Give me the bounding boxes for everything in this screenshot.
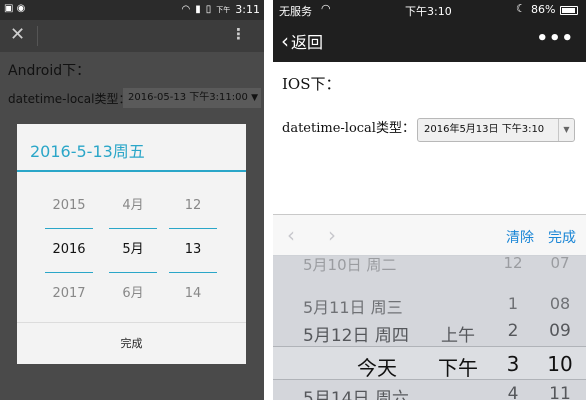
android-done-button[interactable]: 完成 (17, 322, 246, 364)
ios-battery-percent: 86% (531, 3, 556, 16)
picker-hour: 4 (507, 384, 519, 400)
picker-hour: 1 (507, 294, 519, 313)
dropdown-arrow-icon: ▼ (251, 93, 258, 103)
year-selected[interactable]: 2016 (39, 228, 99, 272)
ios-datetime-value: 2016年5月13日 下午3:10 (424, 124, 545, 135)
picker-hour: 12 (503, 256, 523, 272)
day-selected[interactable]: 13 (163, 228, 223, 272)
android-screen: ▣ ◉ ◠ ▮ ▯ 下午 3:11 ✕ ⋮ Android下： datetime… (0, 0, 264, 400)
picker-hour: 2 (507, 321, 519, 341)
android-status-right: ◠ ▮ ▯ 下午 3:11 (182, 3, 260, 16)
moon-icon: ☾ (516, 2, 526, 15)
ios-status-bar: 无服务 ◠ 下午3:10 ☾ 86% (273, 0, 586, 20)
month-option[interactable]: 6月 (103, 272, 163, 316)
android-datetime-value: 2016-05-13 下午3:11:00 (128, 92, 248, 103)
day-option[interactable]: 14 (163, 272, 223, 316)
picker-title-rule (17, 170, 246, 172)
month-option[interactable]: 4月 (103, 184, 163, 228)
picker-row[interactable]: 5月12日 周四 上午 2 09 (273, 321, 586, 351)
wifi-icon: ◠ (181, 4, 191, 15)
clear-button[interactable]: 清除 (506, 227, 534, 247)
day-option[interactable]: 12 (163, 184, 223, 228)
android-field-label: datetime-local类型： (8, 92, 131, 106)
ios-datetime-select[interactable]: 2016年5月13日 下午3:10 ▼ (417, 118, 575, 142)
ios-field-label: datetime-local类型： (282, 121, 415, 136)
chevron-right-icon[interactable]: › (328, 223, 336, 247)
dropdown-arrow-icon: ▼ (558, 119, 574, 141)
picker-row[interactable]: 5月10日 周二 12 07 (273, 256, 586, 284)
picker-minute: 09 (549, 321, 571, 341)
picker-row[interactable]: 5月14日 周六 4 11 (273, 384, 586, 400)
signal-icon: ▮ (195, 4, 201, 15)
selection-line (169, 272, 217, 273)
ios-datetime-wheel[interactable]: 5月10日 周二 12 07 5月11日 周三 1 08 5月12日 周四 上午… (273, 256, 586, 400)
picker-ampm: 下午 (438, 356, 478, 380)
month-wheel[interactable]: 4月 5月 6月 (103, 184, 163, 316)
close-icon[interactable]: ✕ (10, 24, 25, 45)
android-status-network: 下午 (216, 5, 231, 14)
selection-line (45, 272, 93, 273)
picker-minute: 07 (550, 256, 570, 272)
picker-minute: 10 (547, 352, 573, 376)
picker-date: 5月10日 周二 (303, 256, 397, 274)
done-button[interactable]: 完成 (548, 227, 576, 247)
battery-icon (560, 6, 578, 15)
android-status-time: 3:11 (235, 3, 260, 16)
ios-nav-bar: ‹ 返回 ••• (273, 20, 586, 62)
selection-line (109, 272, 157, 273)
ios-picker-toolbar: ‹ › 清除 完成 (273, 214, 586, 256)
picker-row[interactable]: 5月11日 周三 1 08 (273, 294, 586, 324)
selection-line (169, 228, 217, 229)
picker-date: 5月11日 周三 (303, 298, 403, 317)
year-wheel[interactable]: 2015 2016 2017 (39, 184, 99, 316)
chat-icon: ◉ (16, 3, 26, 14)
toolbar-divider (37, 26, 38, 46)
back-button[interactable]: ‹ 返回 (281, 29, 323, 53)
picker-minute: 08 (549, 294, 571, 313)
more-vert-icon[interactable]: ⋮ (231, 25, 246, 43)
day-wheel[interactable]: 12 13 14 (163, 184, 223, 316)
android-date-picker-dialog: 2016-5-13周五 2015 2016 2017 4月 5月 6月 12 1… (17, 124, 246, 364)
picker-date: 5月14日 周六 (303, 389, 409, 400)
android-page-title: Android下： (8, 63, 91, 79)
android-status-left: ▣ ◉ (4, 3, 25, 14)
picker-dialog-title: 2016-5-13周五 (30, 142, 145, 161)
android-toolbar: ✕ ⋮ (0, 20, 264, 52)
selection-line (45, 228, 93, 229)
android-status-bar: ▣ ◉ ◠ ▮ ▯ 下午 3:11 (0, 0, 264, 20)
wifi-icon: ◠ (321, 2, 331, 15)
year-option[interactable]: 2017 (39, 272, 99, 316)
back-label: 返回 (291, 33, 324, 52)
chevron-left-icon[interactable]: ‹ (287, 223, 295, 247)
picker-hour: 3 (506, 352, 520, 376)
ios-status-time: 下午3:10 (405, 5, 452, 18)
ios-page-title: IOS下： (282, 75, 341, 93)
picker-minute: 11 (549, 384, 571, 400)
picker-row-selected[interactable]: 今天 下午 3 10 (273, 352, 586, 382)
chevron-left-icon: ‹ (281, 29, 289, 53)
selection-line (109, 228, 157, 229)
ios-screen: 无服务 ◠ 下午3:10 ☾ 86% ‹ 返回 ••• IOS下： dateti… (273, 0, 586, 400)
picker-date: 5月12日 周四 (303, 326, 409, 346)
year-option[interactable]: 2015 (39, 184, 99, 228)
battery-icon: ▯ (205, 4, 212, 15)
ios-status-carrier: 无服务 (279, 5, 312, 18)
image-icon: ▣ (4, 3, 14, 14)
more-menu-button[interactable]: ••• (536, 28, 574, 49)
picker-ampm: 上午 (441, 326, 475, 346)
month-selected[interactable]: 5月 (103, 228, 163, 272)
android-datetime-input[interactable]: 2016-05-13 下午3:11:00 ▼ (123, 88, 261, 108)
